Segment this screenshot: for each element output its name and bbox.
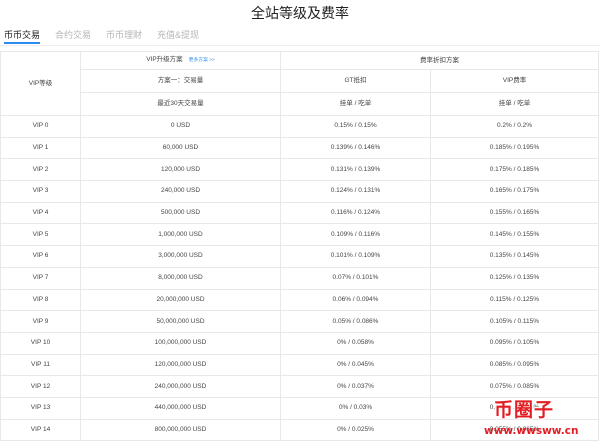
gt-rate-cell: 0% / 0.025% (280, 418, 431, 442)
volume-cell: 120,000,000 USD (80, 353, 281, 377)
volume-cell: 20,000,000 USD (80, 288, 281, 312)
vip-rate-cell: 0.095% / 0.105% (430, 331, 599, 355)
table-row: VIP 7 8,000,000 USD 0.07% / 0.101% 0.125% /… (0, 266, 599, 290)
table-row: VIP 12 240,000,000 USD 0% / 0.037% 0.075% /… (0, 375, 599, 398)
vip-level-cell: VIP 4 (0, 201, 81, 225)
vip-rate-cell: 0.175% / 0.185% (430, 158, 599, 182)
volume-cell: 1,000,000 USD (80, 223, 281, 247)
header-fee-discount: 费率折扣方案 (280, 51, 599, 70)
table-header-row: 最近30天交易量 挂单 / 吃单 挂单 / 吃单 (1, 92, 599, 116)
volume-cell: 240,000,000 USD (80, 375, 281, 398)
table-row: VIP 9 50,000,000 USD 0.05% / 0.086% 0.105% … (0, 310, 599, 333)
gt-rate-cell: 0.116% / 0.124% (280, 201, 431, 225)
vip-level-cell: VIP 3 (0, 180, 81, 203)
vip-level-cell: VIP 12 (0, 375, 81, 398)
tab-bar: 币币交易 合约交易 币币理财 充值&提现 (4, 28, 214, 44)
vip-rate-cell: 0.2% / 0.2% (430, 115, 599, 138)
gt-rate-cell: 0.06% / 0.094% (280, 288, 431, 312)
volume-cell: 440,000,000 USD (80, 396, 281, 420)
volume-cell: 100,000,000 USD (80, 331, 281, 355)
vip-level-cell: VIP 2 (0, 158, 81, 182)
gt-rate-cell: 0.131% / 0.139% (280, 158, 431, 182)
table-row: VIP 00 USD 0.15% / 0.15% 0.2% / 0.2% (0, 115, 599, 138)
vip-rate-cell: 0.085% / 0.095% (430, 353, 599, 377)
vip-rate-cell: 0.145% / 0.155% (430, 223, 599, 247)
volume-cell: 120,000 USD (80, 158, 281, 182)
table-row: VIP 10 100,000,000 USD 0% / 0.058% 0.095% /… (0, 331, 599, 355)
gt-rate-cell: 0.101% / 0.109% (280, 245, 431, 268)
vip-rate-cell: 0.165% / 0.175% (430, 180, 599, 203)
volume-cell: 50,000,000 USD (80, 310, 281, 333)
table-row: VIP 13 440,000,000 USD 0% / 0.03% 0.065% / … (0, 396, 599, 420)
gt-rate-cell: 0.109% / 0.116% (280, 223, 431, 247)
header-vip-rate: VIP费率 (430, 69, 599, 93)
tab-coin-finance[interactable]: 币币理财 (106, 28, 142, 44)
header-maker-taker-gt: 挂单 / 吃单 (280, 92, 431, 116)
gt-rate-cell: 0% / 0.045% (280, 353, 431, 377)
volume-cell: 500,000 USD (80, 201, 281, 225)
tab-contract-trading[interactable]: 合约交易 (55, 28, 91, 44)
tab-deposit-withdraw[interactable]: 充值&提现 (157, 28, 199, 44)
vip-level-cell: VIP 6 (0, 245, 81, 268)
header-upgrade-plan: VIP升级方案 更多方案 >> (80, 51, 281, 70)
gt-rate-cell: 0% / 0.03% (280, 396, 431, 420)
header-upgrade-label: VIP升级方案 (146, 56, 183, 63)
vip-level-cell: VIP 5 (0, 223, 81, 247)
volume-cell: 60,000 USD (80, 136, 281, 160)
gt-rate-cell: 0% / 0.058% (280, 331, 431, 355)
vip-level-cell: VIP 10 (0, 331, 81, 355)
more-plans-link[interactable]: 更多方案 >> (189, 58, 215, 63)
vip-level-cell: VIP 9 (0, 310, 81, 333)
gt-rate-cell: 0.139% / 0.146% (280, 136, 431, 160)
table-row: VIP 11 120,000,000 USD 0% / 0.045% 0.085% /… (0, 353, 599, 377)
volume-cell: 240,000 USD (80, 180, 281, 203)
table-row: VIP 14 800,000,000 USD 0% / 0.025% 0.055% /… (0, 418, 599, 442)
vip-rate-cell: 0.125% / 0.135% (430, 266, 599, 290)
vip-rate-cell: 0.055% / 0.065% (430, 418, 599, 442)
vip-rate-cell: 0.065% / 0.075% (430, 396, 599, 420)
vip-level-cell: VIP 11 (0, 353, 81, 377)
gt-rate-cell: 0.05% / 0.086% (280, 310, 431, 333)
vip-level-cell: VIP 8 (0, 288, 81, 312)
vip-rate-cell: 0.155% / 0.165% (430, 201, 599, 225)
gt-rate-cell: 0.124% / 0.131% (280, 180, 431, 203)
volume-cell: 3,000,000 USD (80, 245, 281, 268)
table-row: VIP 1 60,000 USD 0.139% / 0.146% 0.185% / 0… (0, 136, 599, 160)
header-vip-level: VIP等级 (0, 51, 81, 116)
volume-cell: 8,000,000 USD (80, 266, 281, 290)
gt-rate-cell: 0% / 0.037% (280, 375, 431, 398)
table-row: VIP 5 1,000,000 USD 0.109% / 0.116% 0.145% … (0, 223, 599, 247)
tabs-divider (0, 45, 600, 46)
volume-cell: 800,000,000 USD (80, 418, 281, 442)
vip-rate-cell: 0.075% / 0.085% (430, 375, 599, 398)
table-header-row: 方案一：交易量 GT抵扣 VIP费率 (1, 69, 599, 93)
vip-rate-cell: 0.185% / 0.195% (430, 136, 599, 160)
vip-level-cell: VIP 14 (0, 418, 81, 442)
volume-cell: 0 USD (80, 115, 281, 138)
header-gt-deduction: GT抵扣 (280, 69, 431, 93)
vip-rate-cell: 0.135% / 0.145% (430, 245, 599, 268)
header-volume-30d: 最近30天交易量 (80, 92, 281, 116)
table-row: VIP 3 240,000 USD 0.124% / 0.131% 0.165% / … (0, 180, 599, 203)
fee-table-body: VIP 00 USD 0.15% / 0.15% 0.2% / 0.2% VIP 16… (0, 115, 599, 442)
fee-table: VIP等级 VIP升级方案 更多方案 >> 费率折扣方案 方案一：交易量 GT抵扣… (0, 51, 599, 442)
page-title: 全站等级及费率 (251, 5, 349, 21)
table-row: VIP 8 20,000,000 USD 0.06% / 0.094% 0.115% … (0, 288, 599, 312)
vip-level-cell: VIP 1 (0, 136, 81, 160)
table-row: VIP 2 120,000 USD 0.131% / 0.139% 0.175% / … (0, 158, 599, 182)
gt-rate-cell: 0.15% / 0.15% (280, 115, 431, 138)
vip-level-cell: VIP 13 (0, 396, 81, 420)
tab-spot-trading[interactable]: 币币交易 (4, 28, 41, 44)
table-row: VIP 6 3,000,000 USD 0.101% / 0.109% 0.135% … (0, 245, 599, 268)
table-header-row: VIP等级 VIP升级方案 更多方案 >> 费率折扣方案 (0, 51, 599, 116)
vip-rate-cell: 0.115% / 0.125% (430, 288, 599, 312)
header-plan-one: 方案一：交易量 (80, 69, 281, 93)
gt-rate-cell: 0.07% / 0.101% (280, 266, 431, 290)
header-maker-taker-vip: 挂单 / 吃单 (430, 92, 599, 116)
vip-level-cell: VIP 0 (0, 115, 81, 138)
vip-level-cell: VIP 7 (0, 266, 81, 290)
table-row: VIP 4 500,000 USD 0.116% / 0.124% 0.155% / … (0, 201, 599, 225)
vip-rate-cell: 0.105% / 0.115% (430, 310, 599, 333)
